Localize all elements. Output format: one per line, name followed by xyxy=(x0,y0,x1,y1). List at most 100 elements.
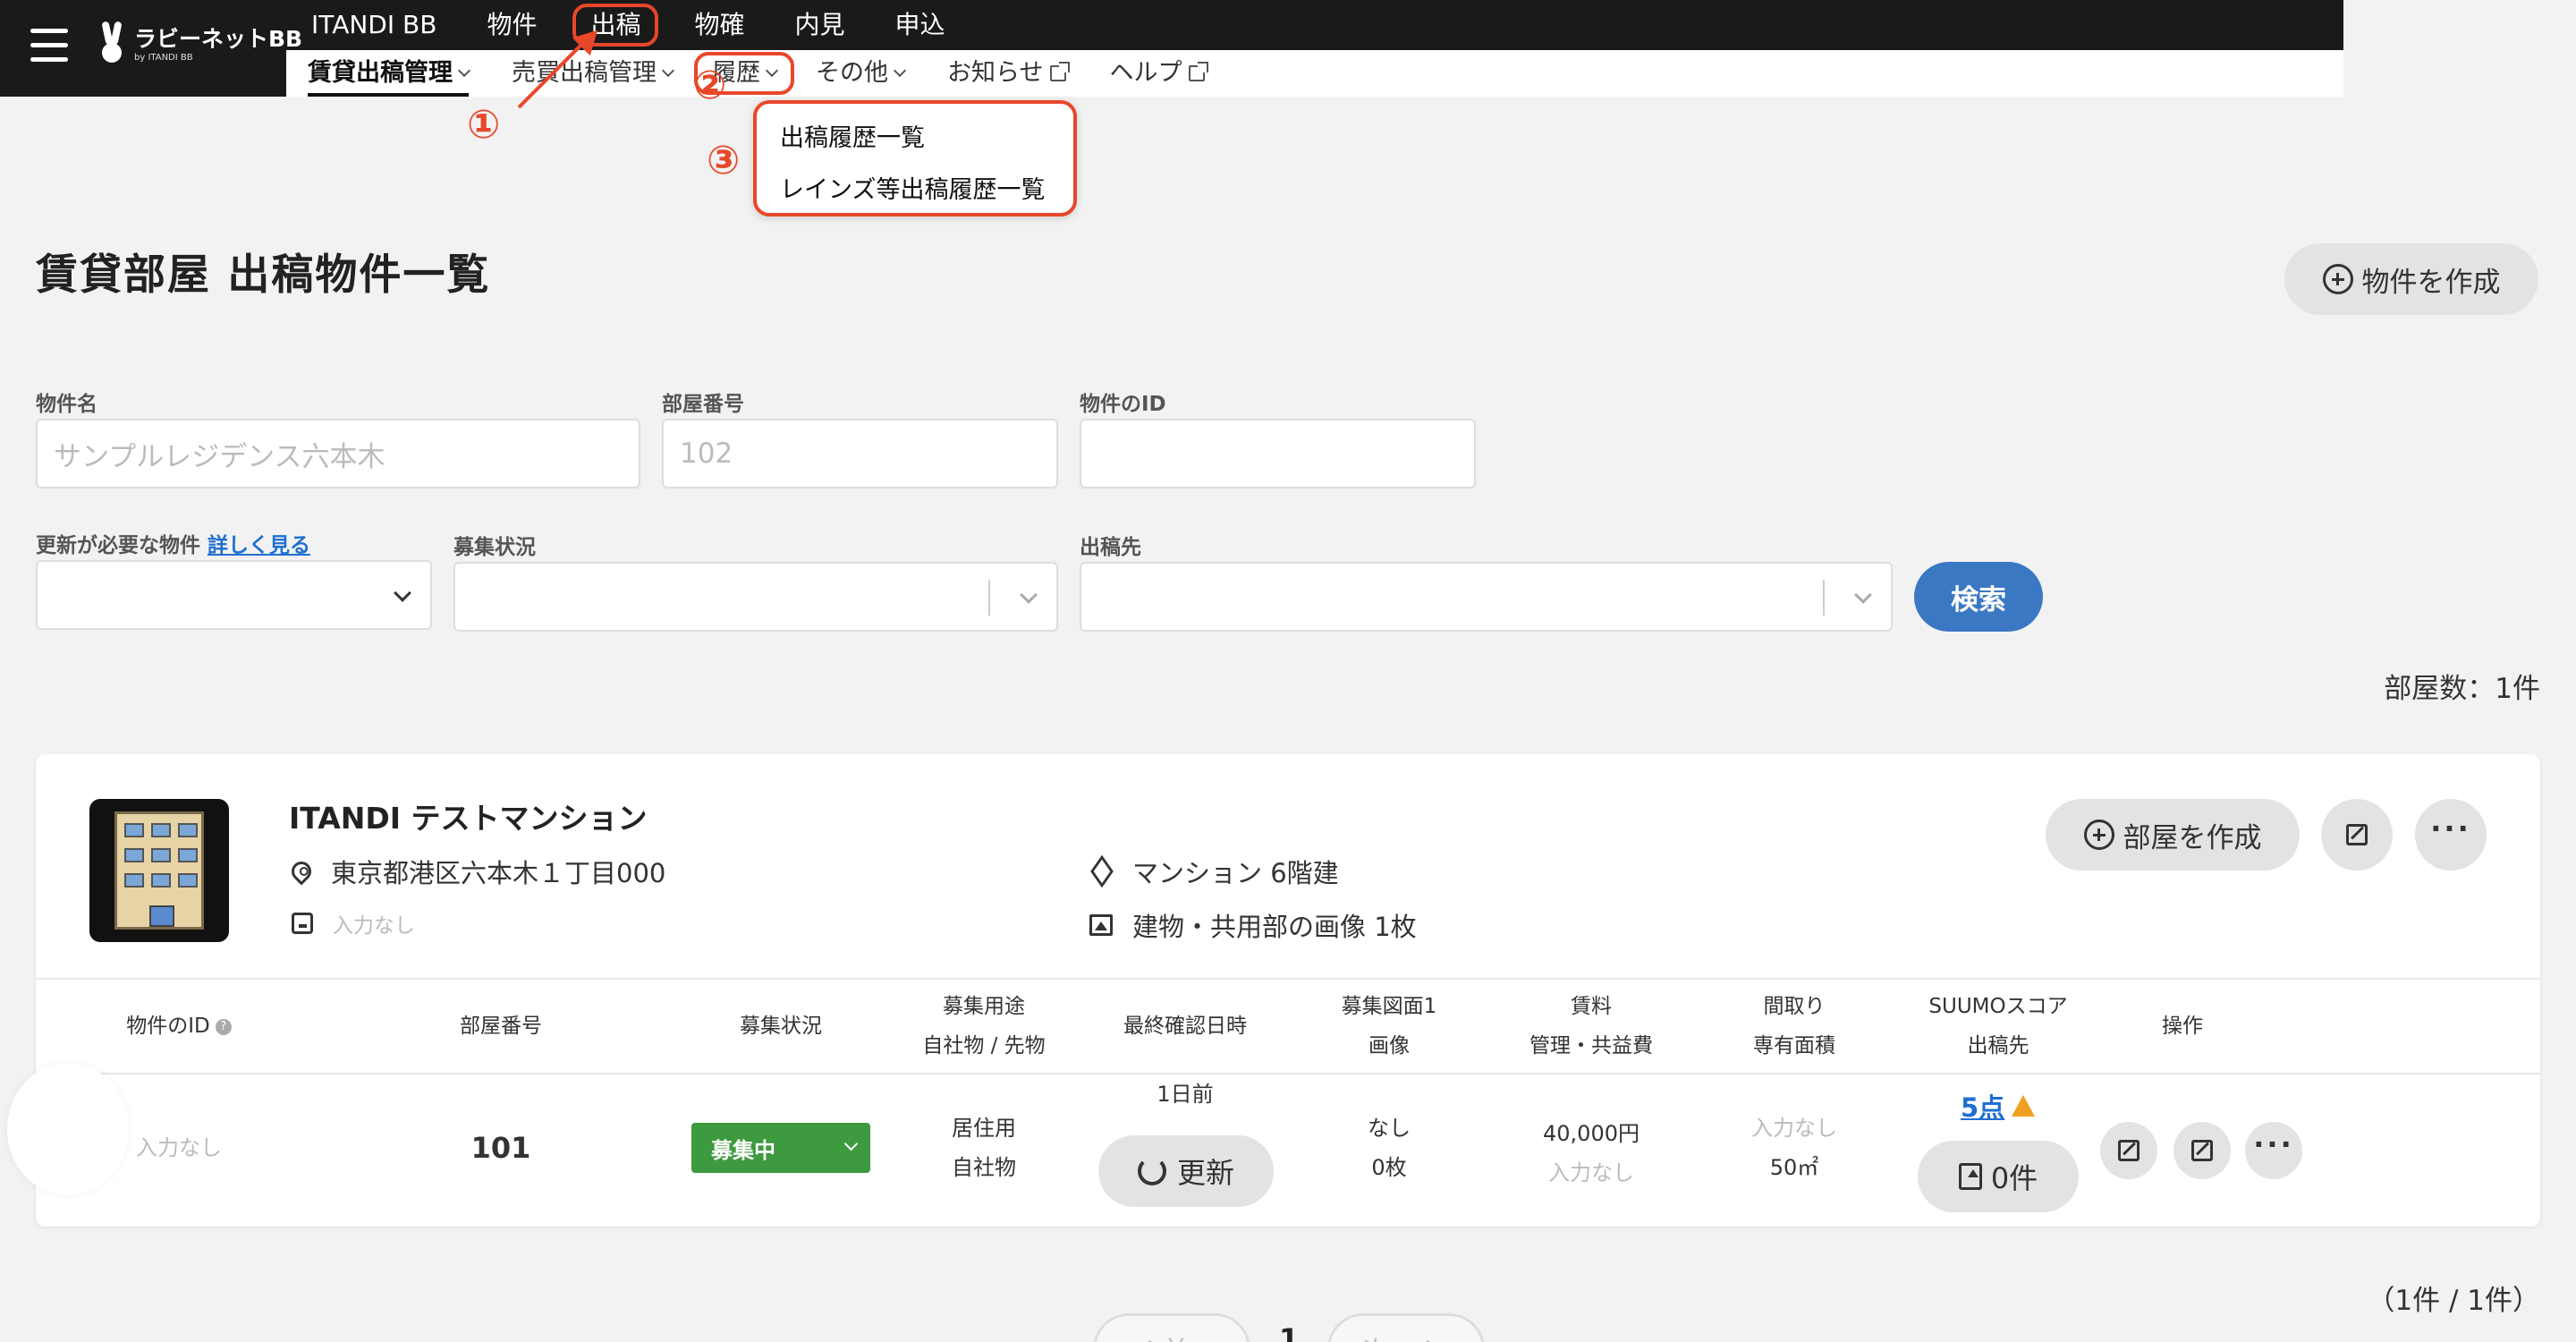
chevron-down-icon xyxy=(1020,586,1038,604)
search-button[interactable]: 検索 xyxy=(1914,562,2043,632)
more-dots-icon: ··· xyxy=(2430,811,2471,845)
brand-logo[interactable]: ラビーネットBB by ITANDI BB xyxy=(98,20,302,70)
edit-property-button[interactable] xyxy=(2321,799,2393,871)
select-divider xyxy=(988,580,990,616)
create-property-label: 物件を作成 xyxy=(2361,266,2501,299)
th-plan: 募集図面1 画像 xyxy=(1300,980,1479,1073)
subnav-news[interactable]: お知らせ xyxy=(926,50,1088,97)
row-layout-2: 50㎡ xyxy=(1769,1155,1819,1180)
destination-select[interactable] xyxy=(1080,562,1893,632)
row-note-button[interactable] xyxy=(2174,1122,2231,1179)
chevron-down-icon xyxy=(661,64,675,78)
needs-update-select[interactable] xyxy=(36,560,432,630)
subnav-rental-label: 賃貸出稿管理 xyxy=(308,59,453,87)
table-header: 物件のID? 部屋番号 募集状況 募集用途 自社物 / 先物 最終確認日時 募集図… xyxy=(36,978,2540,1074)
chevron-down-icon xyxy=(893,64,907,78)
row-layout-1: 入力なし xyxy=(1751,1116,1837,1141)
building-thumbnail xyxy=(89,799,229,942)
menu-item-reins-history[interactable]: レインズ等出稿履歴一覧 xyxy=(757,165,1073,217)
subnav-news-label: お知らせ xyxy=(947,59,1044,87)
plus-circle-icon xyxy=(2083,820,2114,850)
help-icon[interactable]: ? xyxy=(215,1018,232,1035)
nav-property[interactable]: 物件 xyxy=(462,0,562,50)
create-room-label: 部屋を作成 xyxy=(2123,821,2262,854)
row-rent-2: 入力なし xyxy=(1548,1160,1634,1185)
nav-itandi-bb[interactable]: ITANDI BB xyxy=(286,0,462,50)
th-layout: 間取り 専有面積 xyxy=(1705,980,1884,1073)
th-layout-1: 間取り xyxy=(1763,995,1826,1018)
subnav-other[interactable]: その他 xyxy=(794,50,926,97)
room-number-input[interactable]: 102 xyxy=(662,419,1058,488)
sub-nav: 賃貸出稿管理 売買出稿管理 履歴 その他 お知らせ ヘルプ xyxy=(286,50,2343,97)
menu-item-publish-history[interactable]: 出稿履歴一覧 xyxy=(757,113,1073,165)
property-address-row: 東京都港区六本木１丁目000 xyxy=(287,853,666,890)
warning-icon xyxy=(2012,1095,2036,1117)
th-suumo-2: 出稿先 xyxy=(1967,1034,2029,1057)
row-confirmed: 1日前 xyxy=(1157,1082,1214,1107)
subnav-sale[interactable]: 売買出稿管理 xyxy=(490,50,694,97)
prev-page-button[interactable]: ＜ 前へ xyxy=(1093,1313,1250,1342)
annotation-step2: ② xyxy=(693,63,727,108)
row-rent: 40,000円 入力なし xyxy=(1502,1108,1681,1198)
property-store-row: 入力なし xyxy=(292,908,415,939)
room-number-label: 部屋番号 xyxy=(662,393,744,416)
details-link[interactable]: 詳しく見る xyxy=(208,534,310,557)
next-page-button[interactable]: 次へ ＞ xyxy=(1327,1313,1485,1342)
th-use-2: 自社物 / 先物 xyxy=(922,1034,1046,1057)
row-status-select[interactable]: 募集中 xyxy=(691,1123,870,1173)
th-property-id-label: 物件のID xyxy=(126,1015,210,1038)
external-link-icon xyxy=(1050,62,1071,81)
create-property-button[interactable]: 物件を作成 xyxy=(2284,243,2538,315)
annotation-step3: ③ xyxy=(707,138,741,183)
edit-icon xyxy=(2118,1140,2140,1161)
chevron-down-icon xyxy=(1854,586,1872,604)
needs-update-label: 更新が必要な物件 詳しく見る xyxy=(36,528,310,558)
suumo-score-value: 5点 xyxy=(1961,1092,2005,1123)
nav-apply[interactable]: 申込 xyxy=(870,0,970,50)
property-name-label: 物件名 xyxy=(36,393,97,416)
subnav-rental[interactable]: 賃貸出稿管理 xyxy=(286,50,490,97)
property-card: ITANDI テストマンション 東京都港区六本木１丁目000 入力なし マンショ… xyxy=(36,754,2540,1227)
th-suumo-1: SUUMOスコア xyxy=(1928,995,2068,1018)
row-rent-1: 40,000円 xyxy=(1543,1121,1640,1146)
hamburger-menu-icon[interactable] xyxy=(30,29,68,64)
upload-icon xyxy=(1958,1163,1982,1190)
current-page[interactable]: 1 xyxy=(1279,1322,1299,1342)
room-count: 部屋数：1件 xyxy=(2384,673,2540,705)
location-pin-icon xyxy=(287,857,316,886)
property-name-input[interactable]: サンプルレジデンス六本木 xyxy=(36,419,640,488)
property-id-input[interactable] xyxy=(1080,419,1476,488)
update-button[interactable]: 更新 xyxy=(1098,1135,1274,1207)
posts-button[interactable]: 0件 xyxy=(1918,1141,2079,1212)
th-use: 募集用途 自社物 / 先物 xyxy=(894,980,1073,1073)
more-dots-icon: ··· xyxy=(2253,1127,2294,1161)
nav-viewing[interactable]: 内見 xyxy=(769,0,869,50)
nav-confirm[interactable]: 物確 xyxy=(669,0,769,50)
layers-icon xyxy=(1089,860,1113,883)
building-icon xyxy=(114,811,204,930)
th-room-number: 部屋番号 xyxy=(460,1015,542,1038)
property-images-row: 建物・共用部の画像 1枚 xyxy=(1089,906,1417,944)
th-rent: 賃料 管理・共益費 xyxy=(1502,980,1681,1073)
chevron-down-icon xyxy=(765,64,779,78)
note-edit-icon xyxy=(2191,1140,2213,1161)
property-more-button[interactable]: ··· xyxy=(2415,799,2487,871)
row-plan-1: なし xyxy=(1368,1116,1411,1141)
property-address: 東京都港区六本木１丁目000 xyxy=(331,858,666,888)
edit-icon xyxy=(2346,824,2368,845)
recruit-status-select[interactable] xyxy=(453,562,1058,632)
subnav-help[interactable]: ヘルプ xyxy=(1088,50,1226,97)
annotation-step1: ① xyxy=(467,102,501,148)
row-room-number: 101 xyxy=(470,1131,531,1165)
property-structure-row: マンション 6階建 xyxy=(1089,853,1339,890)
chevron-down-icon xyxy=(394,584,411,602)
row-more-button[interactable]: ··· xyxy=(2245,1122,2302,1179)
chat-bubble[interactable] xyxy=(7,1063,129,1195)
row-edit-button[interactable] xyxy=(2100,1122,2157,1179)
image-icon xyxy=(1089,914,1113,936)
subnav-help-label: ヘルプ xyxy=(1109,59,1182,87)
external-link-icon xyxy=(1189,62,1209,81)
create-room-button[interactable]: 部屋を作成 xyxy=(2046,799,2300,871)
suumo-score[interactable]: 5点 xyxy=(1961,1087,2036,1125)
row-plan-2: 0枚 xyxy=(1371,1155,1407,1180)
